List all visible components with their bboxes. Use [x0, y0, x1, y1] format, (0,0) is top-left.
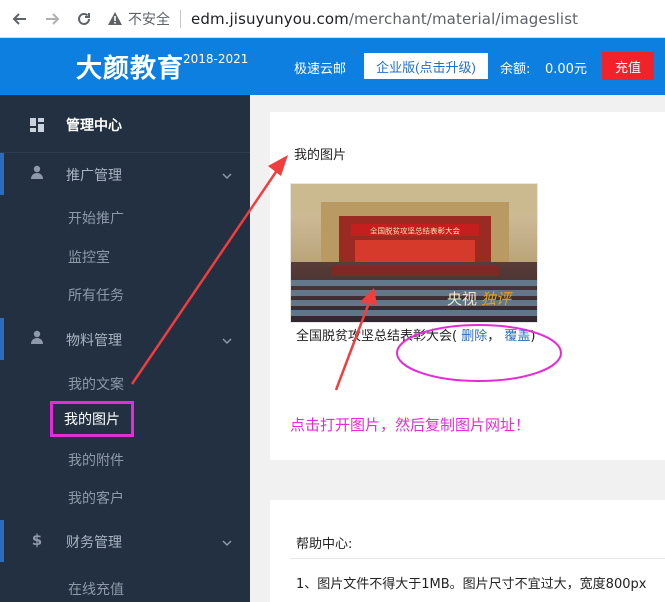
cover-link[interactable]: 覆盖: [504, 329, 530, 344]
group-accent: [0, 520, 4, 562]
sidebar-group-label: 物料管理: [66, 333, 122, 349]
caption-close: ): [530, 329, 536, 344]
help-card: 帮助中心: 1、图片文件不得大于1MB。图片尺寸不宜过大，宽度800px: [270, 500, 665, 602]
image-watermark-highlight: 独评: [481, 290, 513, 308]
balance-value: 0.00元: [545, 62, 587, 77]
sidebar-group-promotion[interactable]: 推广管理: [0, 153, 250, 195]
forward-arrow-icon[interactable]: [40, 7, 64, 31]
caption-separator: ，: [487, 329, 501, 344]
user-icon: [29, 165, 45, 181]
address-separator: [180, 9, 181, 28]
images-card: 我的图片 全国脱贫攻坚总结表彰大会 央视 独评 全国脱贫攻坚总结表彰大会(删除…: [270, 112, 665, 460]
sidebar: 管理中心 推广管理 开始推广 监控室 所有任务 物料管理 我的文案 我的图片 我…: [0, 95, 250, 602]
sidebar-group-finance[interactable]: $ 财务管理: [0, 520, 250, 562]
url-text[interactable]: edm.jisuyunyou.com/merchant/material/ima…: [191, 10, 578, 28]
insecure-label: 不安全: [128, 11, 170, 28]
delete-link[interactable]: 删除: [461, 329, 487, 344]
help-line: 1、图片文件不得大于1MB。图片尺寸不宜过大，宽度800px: [296, 577, 647, 592]
sidebar-item-my-customers[interactable]: 我的客户: [68, 488, 124, 508]
warning-icon: [106, 10, 124, 28]
page-title: 我的图片: [294, 148, 347, 163]
dashboard-icon: [30, 117, 44, 132]
sidebar-item-online-recharge[interactable]: 在线充值: [68, 579, 124, 599]
sidebar-title[interactable]: 管理中心: [0, 95, 250, 153]
chevron-down-icon: [221, 332, 233, 345]
browser-toolbar: 不安全 edm.jisuyunyou.com/merchant/material…: [0, 0, 665, 38]
group-accent: [0, 318, 4, 360]
chevron-down-icon: [221, 534, 233, 547]
brand-logo[interactable]: 大颜教育: [76, 48, 184, 85]
sidebar-title-label: 管理中心: [66, 118, 122, 134]
sidebar-group-materials[interactable]: 物料管理: [0, 318, 250, 360]
group-accent: [0, 153, 4, 195]
reload-icon[interactable]: [72, 7, 96, 31]
sidebar-item-my-images[interactable]: 我的图片: [50, 401, 134, 437]
sidebar-item-my-copy[interactable]: 我的文案: [68, 374, 124, 394]
upgrade-button[interactable]: 企业版(点击升级): [364, 53, 488, 79]
help-title: 帮助中心:: [296, 537, 353, 552]
sidebar-item-monitor[interactable]: 监控室: [68, 247, 110, 267]
image-thumbnail[interactable]: 全国脱贫攻坚总结表彰大会 央视 独评: [290, 183, 538, 323]
image-banner-text: 全国脱贫攻坚总结表彰大会: [370, 226, 460, 236]
sidebar-item-my-attachments[interactable]: 我的附件: [68, 450, 124, 470]
chevron-down-icon: [221, 167, 233, 180]
dollar-icon: $: [31, 531, 43, 549]
image-title: 全国脱贫攻坚总结表彰大会(: [296, 329, 458, 344]
image-caption: 全国脱贫攻坚总结表彰大会( 删除， 覆盖): [296, 326, 546, 348]
cloud-label: 极速云邮: [294, 62, 347, 77]
recharge-button[interactable]: 充值: [602, 52, 654, 80]
app-header: 大颜教育 2018-2021 极速云邮 企业版(点击升级) 余额: 0.00元 …: [0, 38, 665, 95]
annotation-hint: 点击打开图片，然后复制图片网址！: [290, 416, 531, 434]
brand-years: 2018-2021: [183, 52, 249, 66]
back-arrow-icon[interactable]: [8, 7, 32, 31]
url-path: /merchant/material/imageslist: [348, 9, 579, 28]
address-bar[interactable]: 不安全 edm.jisuyunyou.com/merchant/material…: [106, 5, 578, 33]
sidebar-item-all-tasks[interactable]: 所有任务: [68, 285, 124, 305]
image-watermark: 央视: [447, 290, 477, 308]
sidebar-group-label: 财务管理: [66, 535, 122, 551]
balance-label: 余额:: [500, 62, 531, 77]
sidebar-item-start-promotion[interactable]: 开始推广: [68, 208, 124, 228]
sidebar-group-label: 推广管理: [66, 168, 122, 184]
url-host: edm.jisuyunyou.com: [191, 9, 349, 28]
user-icon: [29, 330, 45, 346]
help-divider: [290, 558, 665, 559]
